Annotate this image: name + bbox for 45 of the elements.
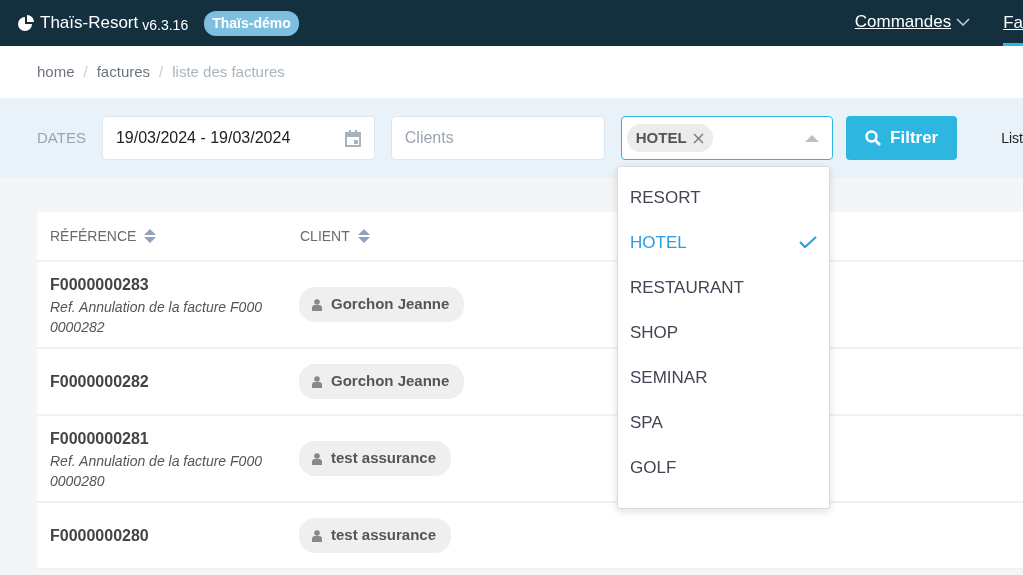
breadcrumb-separator: / xyxy=(159,61,164,82)
tag-select-field[interactable]: HOTEL xyxy=(620,116,834,160)
invoice-note: Ref. Annulation de la facture F0000000282 xyxy=(50,297,263,337)
dropdown-option[interactable]: SHOP xyxy=(618,310,829,355)
caret-up-icon xyxy=(805,134,820,142)
sort-icon[interactable] xyxy=(357,228,370,244)
breadcrumb-link[interactable]: factures xyxy=(96,60,151,84)
dropdown-option[interactable]: SEMINAR xyxy=(618,355,829,400)
dates-label: DATES xyxy=(37,127,86,148)
client-tag: Gorchon Jeanne xyxy=(299,364,465,399)
breadcrumb-current: liste des factures xyxy=(172,61,285,82)
user-icon xyxy=(312,298,322,311)
version-label: v6.3.16 xyxy=(142,15,189,35)
invoice-reference: F0000000280 xyxy=(50,525,150,546)
selected-tag: HOTEL xyxy=(626,123,713,153)
check-icon xyxy=(799,236,817,249)
column-header[interactable]: CLIENT xyxy=(300,225,350,247)
breadcrumb-link[interactable]: home xyxy=(37,60,75,84)
list-label: List xyxy=(1001,128,1023,148)
user-icon xyxy=(312,529,322,542)
client-tag: Gorchon Jeanne xyxy=(299,287,465,322)
date-range-field[interactable]: 19/03/2024 - 19/03/2024 xyxy=(101,116,375,160)
dropdown-option[interactable]: SPA xyxy=(618,400,829,445)
clients-field[interactable]: Clients xyxy=(390,116,605,160)
dropdown-option[interactable]: RESTAURANT xyxy=(618,265,829,310)
user-icon xyxy=(312,375,322,388)
client-tag: test assurance xyxy=(299,518,452,553)
dropdown-option[interactable]: GOLF xyxy=(618,445,829,490)
invoice-reference: F0000000283 xyxy=(50,274,150,295)
close-icon[interactable] xyxy=(692,132,704,144)
invoice-reference: F0000000282 xyxy=(50,371,150,392)
nav-menu-item[interactable]: Commandes xyxy=(854,0,971,46)
column-header[interactable]: RÉFÉRENCE xyxy=(50,225,137,247)
invoice-note: Ref. Annulation de la facture F0000000280 xyxy=(50,451,263,491)
sort-icon[interactable] xyxy=(144,228,157,244)
breadcrumb-separator: / xyxy=(83,61,88,82)
pie-chart-icon xyxy=(18,15,34,31)
invoice-reference: F0000000281 xyxy=(50,428,150,449)
calendar-icon xyxy=(344,129,361,147)
client-tag: test assurance xyxy=(299,441,452,476)
dropdown-option[interactable]: RESORT xyxy=(618,175,829,220)
search-icon xyxy=(865,130,882,146)
user-icon xyxy=(312,452,322,465)
brand-name[interactable]: Thaïs-Resort xyxy=(40,10,139,36)
environment-badge: Thaïs-démo xyxy=(204,10,299,36)
